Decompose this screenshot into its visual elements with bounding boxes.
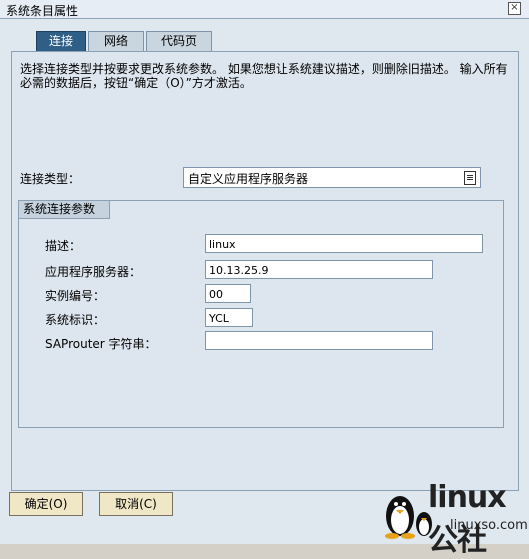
watermark-logo: linux公社 linuxso.com — [378, 480, 528, 558]
system-connection-group: 系统连接参数 描述： linux 应用程序服务器： 10.13.25.9 实例编… — [18, 200, 504, 428]
ok-button[interactable]: 确定(O) — [9, 492, 83, 516]
title-bar: 系统条目属性 × — [0, 0, 529, 19]
connection-type-value: 自定义应用程序服务器 — [188, 172, 309, 186]
dropdown-list-icon[interactable] — [464, 171, 476, 185]
connection-type-dropdown[interactable]: 自定义应用程序服务器 — [183, 167, 481, 188]
tab-network[interactable]: 网络 — [88, 31, 144, 51]
window-title: 系统条目属性 — [6, 4, 79, 18]
connection-type-label: 连接类型： — [20, 172, 81, 186]
tab-codepage[interactable]: 代码页 — [146, 31, 212, 51]
instance-number-field[interactable]: 00 — [205, 284, 251, 303]
description-label: 描述： — [45, 239, 82, 253]
dialog-body: 连接 网络 代码页 选择连接类型并按要求更改系统参数。 如果您想让系统建议描述，… — [0, 19, 529, 544]
system-id-label: 系统标识： — [45, 313, 106, 327]
connection-panel: 选择连接类型并按要求更改系统参数。 如果您想让系统建议描述，则删除旧描述。 输入… — [11, 51, 519, 491]
system-id-field[interactable]: YCL — [205, 308, 253, 327]
info-text: 选择连接类型并按要求更改系统参数。 如果您想让系统建议描述，则删除旧描述。 输入… — [20, 62, 508, 90]
saprouter-field[interactable] — [205, 331, 433, 350]
tab-connection[interactable]: 连接 — [36, 31, 86, 51]
instance-number-label: 实例编号： — [45, 289, 106, 303]
group-title: 系统连接参数 — [18, 200, 111, 219]
watermark-url: linuxso.com — [450, 518, 528, 533]
app-server-field[interactable]: 10.13.25.9 — [205, 260, 433, 279]
cancel-button[interactable]: 取消(C) — [99, 492, 173, 516]
saprouter-label: SAProuter 字符串： — [45, 337, 157, 351]
close-icon[interactable]: × — [508, 2, 521, 15]
app-server-label: 应用程序服务器： — [45, 265, 142, 279]
description-field[interactable]: linux — [205, 234, 483, 253]
